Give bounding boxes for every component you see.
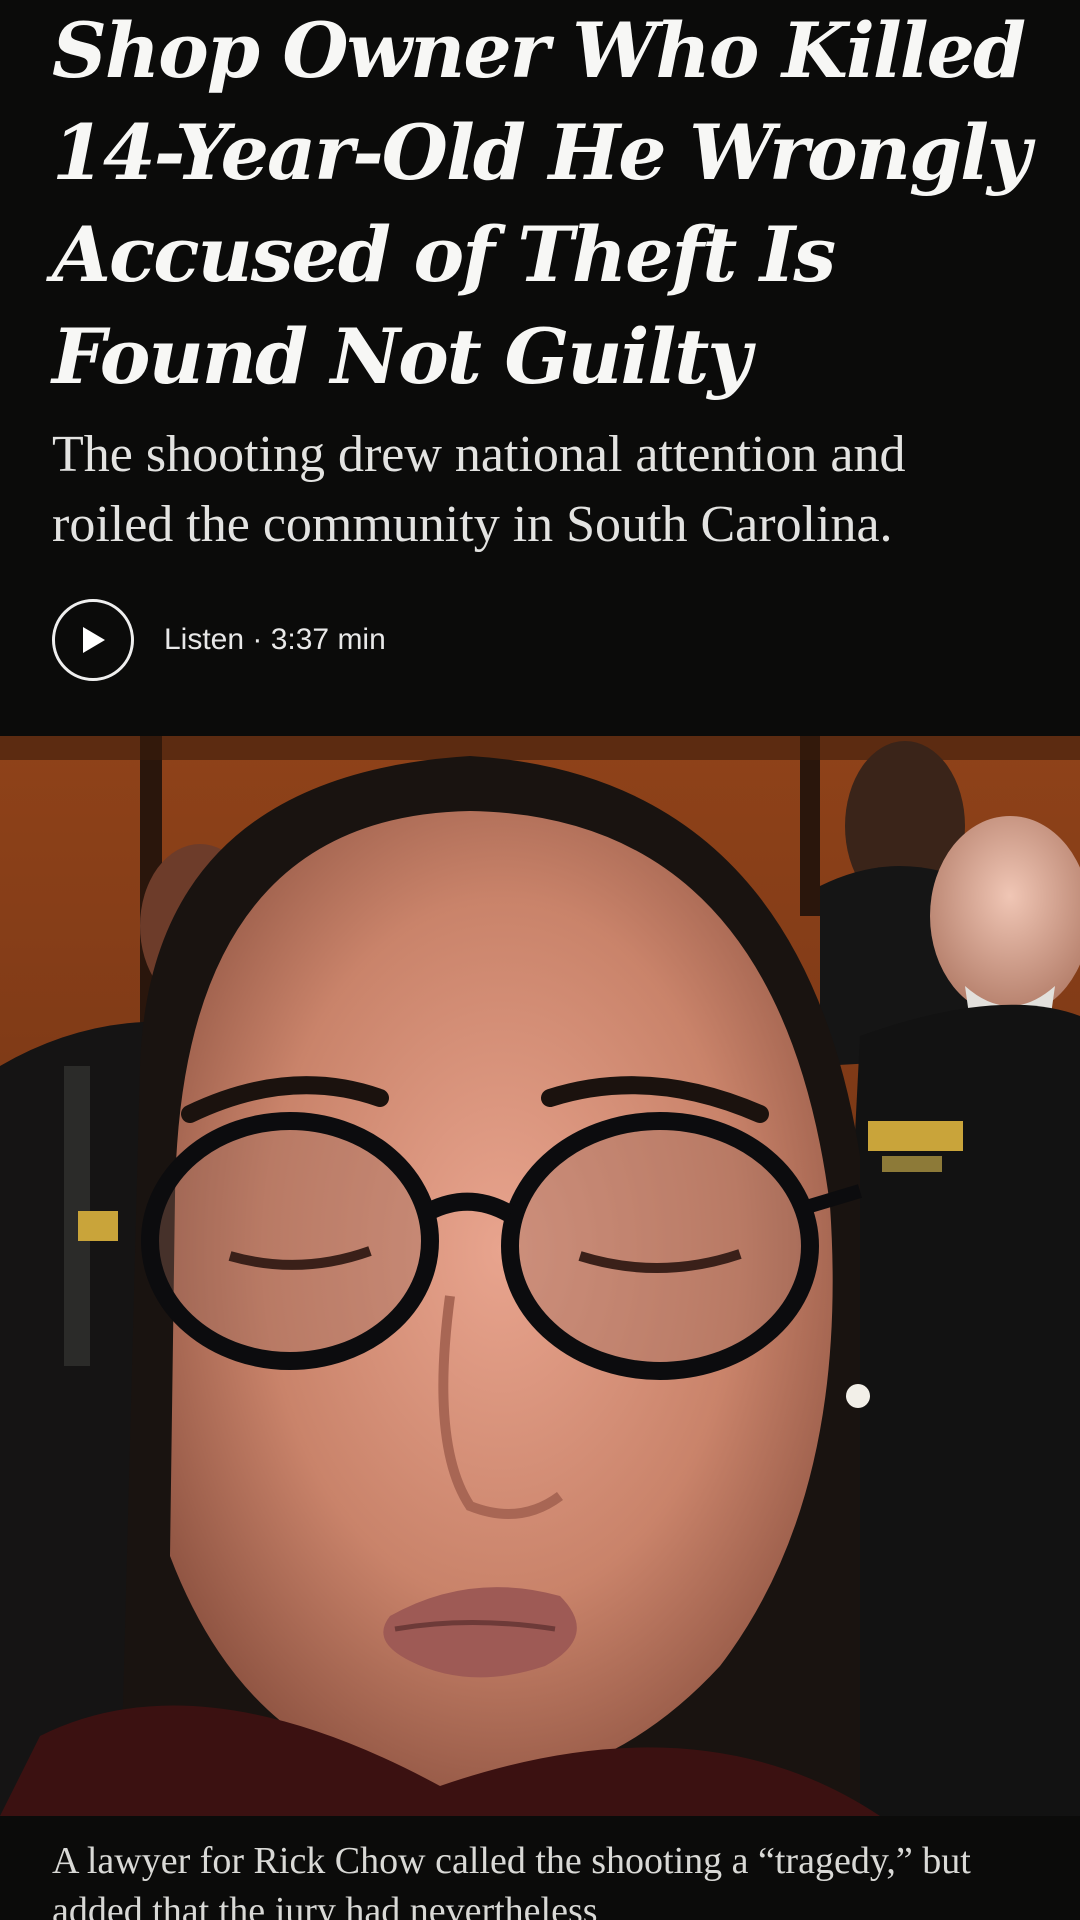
- play-icon: [79, 625, 107, 655]
- listen-duration-label: Listen · 3:37 min: [164, 623, 386, 656]
- article-summary: The shooting drew national attention and…: [52, 426, 906, 553]
- play-button[interactable]: [52, 599, 134, 681]
- photo-caption: A lawyer for Rick Chow called the shooti…: [52, 1840, 971, 1920]
- article-photo: [0, 736, 1080, 1816]
- listen-control[interactable]: Listen · 3:37 min: [52, 596, 386, 684]
- article-headline: Shop Owner Who Killed 14-Year-Old He Wro…: [52, 6, 1031, 401]
